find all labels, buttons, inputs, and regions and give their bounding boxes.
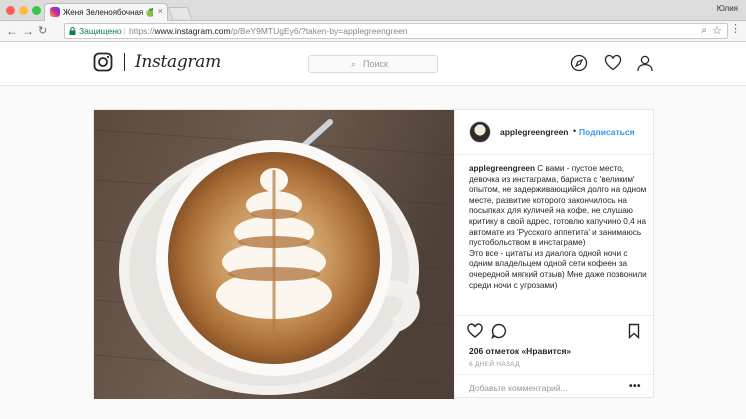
url-path: /p/BeY9MTUgEy6/?taken-by=applegreengreen <box>230 26 408 36</box>
url-text[interactable]: https://www.instagram.com/p/BeY9MTUgEy6/… <box>129 26 408 36</box>
tab-close-icon[interactable]: × <box>158 6 163 16</box>
more-options-icon[interactable]: ••• <box>629 381 641 392</box>
search-placeholder: Поиск <box>363 59 388 69</box>
post-actions: 206 отметок «Нравится» 6 ДНЕЙ НАЗАД ••• <box>455 315 655 399</box>
post-header: applegreengreen • Подписаться <box>455 110 655 155</box>
instagram-camera-icon[interactable] <box>93 52 113 72</box>
bookmark-star-icon[interactable]: ☆ <box>712 24 722 37</box>
url-scheme: https:// <box>129 26 155 36</box>
post-date[interactable]: 6 ДНЕЙ НАЗАД <box>469 361 520 368</box>
comment-input[interactable] <box>469 382 619 394</box>
profile-icon[interactable] <box>636 54 654 72</box>
caption-username[interactable]: applegreengreen <box>469 164 535 173</box>
comment-bar: ••• <box>455 374 655 400</box>
browser-profile-name[interactable]: Юлия <box>717 4 738 13</box>
browser-toolbar: ← → ↻ Защищено | https://www.instagram.c… <box>0 21 746 42</box>
separator-dot: • <box>573 126 577 136</box>
instagram-favicon-icon <box>50 7 60 17</box>
post-sidebar: applegreengreen • Подписаться applegreen… <box>454 110 655 399</box>
cappuccino-latte-art-image <box>94 110 454 399</box>
tab-title: Женя Зеленоябочная 🍏 в Instagram <box>63 8 153 17</box>
search-icon: ⌕ <box>351 59 357 69</box>
post-photo[interactable] <box>94 110 454 399</box>
browser-tab[interactable]: Женя Зеленоябочная 🍏 в Instagram × <box>44 3 168 21</box>
follow-button[interactable]: Подписаться <box>579 127 635 137</box>
header-divider <box>124 53 125 71</box>
browser-menu-icon[interactable]: ⋮ <box>730 24 741 35</box>
zoom-icon[interactable]: ⌕ <box>701 25 707 36</box>
heart-icon[interactable] <box>604 54 622 72</box>
compass-icon[interactable] <box>570 54 588 72</box>
likes-count[interactable]: 206 отметок «Нравится» <box>469 346 571 356</box>
zoom-window-button[interactable] <box>32 6 41 15</box>
secure-label: Защищено <box>79 26 122 36</box>
post-username[interactable]: applegreengreen <box>500 127 569 137</box>
back-arrow-icon[interactable]: ← <box>6 24 18 38</box>
like-heart-icon[interactable] <box>467 323 483 339</box>
address-bar[interactable]: Защищено | https://www.instagram.com/p/B… <box>64 23 728 39</box>
reload-icon[interactable]: ↻ <box>38 24 47 38</box>
instagram-logo[interactable]: Instagram <box>135 52 221 72</box>
bookmark-icon[interactable] <box>626 323 642 339</box>
minimize-window-button[interactable] <box>19 6 28 15</box>
search-input[interactable]: ⌕ Поиск <box>308 55 438 73</box>
forward-arrow-icon[interactable]: → <box>22 24 34 38</box>
instagram-header: Instagram ⌕ Поиск <box>0 42 746 86</box>
caption-text: С вами - пустое место, девочка из инстаг… <box>469 164 647 290</box>
url-separator: | <box>123 26 126 36</box>
close-window-button[interactable] <box>6 6 15 15</box>
avatar[interactable] <box>469 121 491 143</box>
browser-tab-bar: Женя Зеленоябочная 🍏 в Instagram × Юлия <box>0 0 746 21</box>
new-tab-button[interactable] <box>167 7 193 19</box>
post-card: applegreengreen • Подписаться applegreen… <box>93 109 655 399</box>
lock-icon <box>69 27 76 35</box>
url-host: www.instagram.com <box>154 26 231 36</box>
comment-bubble-icon[interactable] <box>491 323 507 339</box>
post-caption: applegreengreen С вами - пустое место, д… <box>469 164 647 291</box>
